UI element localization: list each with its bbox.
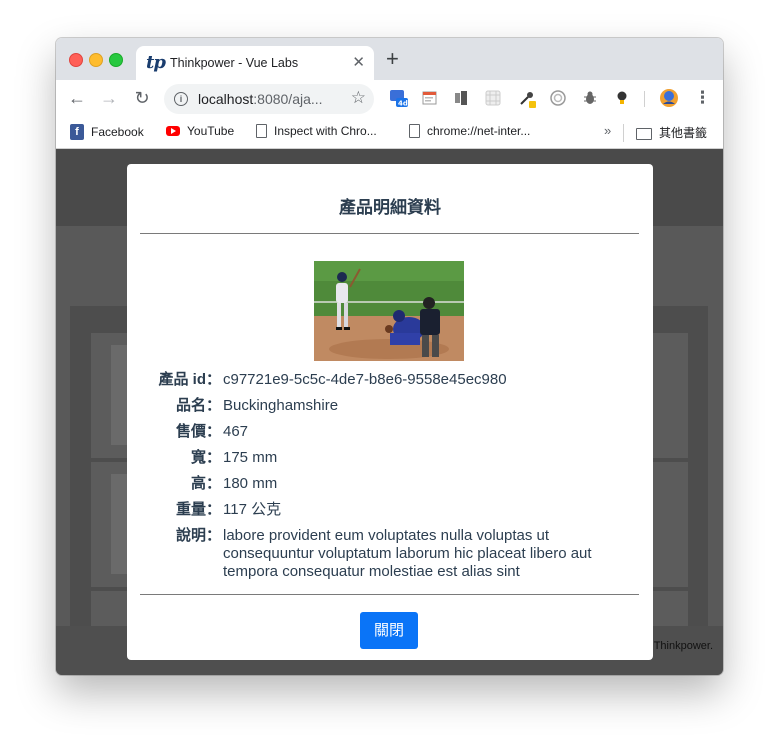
field-label: 品名：: [175, 397, 221, 414]
address-bar[interactable]: i localhost:8080/aja... ☆: [164, 84, 374, 114]
field-label: 高：: [190, 475, 221, 492]
facebook-icon: f: [70, 124, 84, 140]
url-text: localhost:8080/aja...: [198, 91, 323, 107]
page-icon: [409, 124, 420, 138]
tab-title: Thinkpower - Vue Labs: [170, 56, 299, 70]
page-icon: [256, 124, 267, 138]
thinkpower-favicon-icon: tp: [146, 52, 166, 73]
field-value: 180 mm: [223, 475, 278, 492]
more-bookmarks-icon[interactable]: »: [604, 123, 611, 138]
browser-menu-icon[interactable]: ⋮: [694, 88, 711, 108]
bookmark-label: YouTube: [187, 124, 235, 138]
url-path: :8080/aja...: [253, 91, 323, 107]
extension-target-icon[interactable]: [550, 90, 566, 106]
field-value: 117 公克: [223, 501, 282, 518]
field-label: 說明：: [175, 527, 221, 544]
zoom-window-button[interactable]: [109, 53, 123, 67]
bookmark-label: chrome://net-inter...: [427, 124, 531, 138]
extension-dual-pane-icon[interactable]: [453, 90, 469, 106]
field-value: c97721e9-5c5c-4de7-b8e6-9558e45ec980: [223, 371, 507, 388]
bookmarks-separator: [623, 124, 624, 142]
extension-grid-icon[interactable]: [485, 90, 501, 106]
modal-title: 產品明細資料: [339, 198, 441, 217]
extension-notes-icon[interactable]: [422, 90, 438, 106]
close-tab-icon[interactable]: ✕: [352, 53, 365, 71]
field-label: 重量：: [175, 501, 221, 518]
browser-window: tp Thinkpower - Vue Labs ✕ + ← → ↻ i loc…: [56, 38, 723, 675]
bookmark-star-icon[interactable]: ☆: [351, 88, 366, 108]
extension-lightbulb-icon[interactable]: [614, 90, 630, 106]
forward-arrow-icon[interactable]: →: [98, 88, 120, 109]
product-detail-modal: 產品明細資料 產品 id： c97721e9-5c5c-4de7-b8e6-95…: [127, 164, 653, 660]
folder-icon: [636, 127, 652, 140]
extension-bug-icon[interactable]: [582, 90, 598, 106]
field-value: Buckinghamshire: [223, 397, 339, 414]
field-value: 467: [223, 423, 249, 440]
toolbar-separator: [644, 91, 645, 107]
reload-icon[interactable]: ↻: [131, 88, 153, 109]
youtube-icon: [166, 126, 180, 136]
svg-text:4d: 4d: [398, 100, 408, 108]
profile-avatar-icon[interactable]: [659, 88, 679, 108]
back-arrow-icon[interactable]: ←: [66, 88, 88, 109]
site-info-icon[interactable]: i: [174, 92, 188, 106]
bookmarks-bar: f Facebook YouTube Inspect with Chro... …: [56, 118, 723, 149]
bookmark-label: Facebook: [91, 125, 144, 139]
extension-calendar-icon[interactable]: 4d: [390, 90, 408, 108]
field-value: labore provident eum voluptates nulla vo…: [223, 527, 592, 580]
bookmark-net-internals[interactable]: chrome://net-inter...: [409, 124, 530, 138]
bookmark-label: 其他書籤: [659, 126, 708, 140]
url-host: localhost: [198, 91, 254, 107]
close-button[interactable]: 關閉: [360, 612, 418, 649]
tab-strip: tp Thinkpower - Vue Labs ✕ +: [56, 38, 723, 80]
modal-header-divider: [140, 233, 639, 234]
footer-text: Thinkpower.: [653, 640, 713, 652]
field-label: 產品 id：: [158, 371, 222, 388]
field-label: 寬：: [190, 449, 221, 466]
bookmark-label: Inspect with Chro...: [274, 124, 377, 138]
product-image: [314, 261, 464, 361]
close-window-button[interactable]: [69, 53, 83, 67]
new-tab-icon[interactable]: +: [386, 48, 399, 70]
bookmark-youtube[interactable]: YouTube: [166, 124, 234, 138]
tab-thinkpower[interactable]: tp Thinkpower - Vue Labs ✕: [136, 46, 374, 80]
browser-toolbar: ← → ↻ i localhost:8080/aja... ☆ 4d ⋮: [56, 80, 723, 118]
bookmark-inspect[interactable]: Inspect with Chro...: [256, 124, 377, 138]
extension-eyedropper-icon[interactable]: [518, 90, 536, 108]
bookmark-facebook[interactable]: f Facebook: [70, 124, 144, 140]
modal-footer-divider: [140, 594, 639, 595]
field-value: 175 mm: [223, 449, 278, 466]
field-label: 售價：: [175, 423, 221, 440]
bookmark-other-folder[interactable]: 其他書籤: [636, 124, 707, 141]
page-viewport: Thinkpower. 產品明細資料 產品 id： c97721e9-5c5c-…: [56, 149, 723, 675]
minimize-window-button[interactable]: [89, 53, 103, 67]
